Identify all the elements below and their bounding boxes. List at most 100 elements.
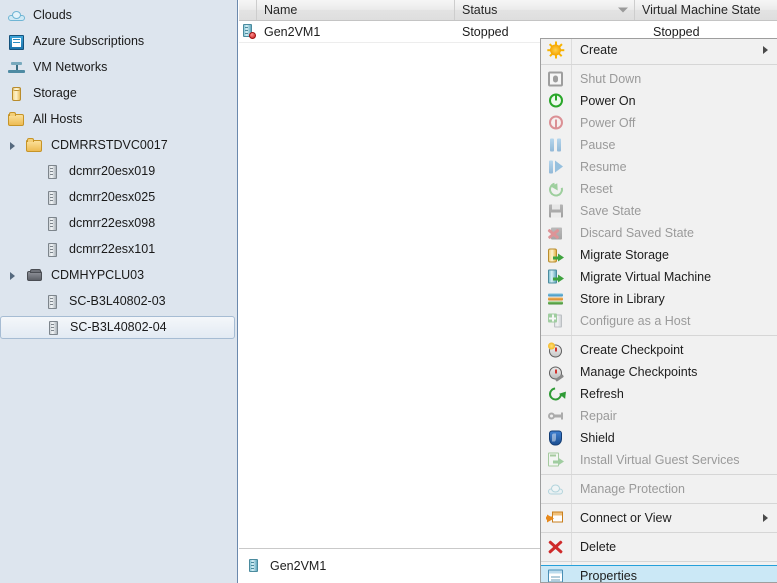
host-icon <box>45 319 62 336</box>
menu-item-migrate-virtual-machine[interactable]: Migrate Virtual Machine <box>541 266 777 288</box>
column-header-grip[interactable] <box>239 0 257 20</box>
configure-as-host-icon <box>547 313 564 330</box>
create-checkpoint-icon <box>547 342 564 359</box>
menu-item-label: Install Virtual Guest Services <box>580 452 740 467</box>
menu-item-discard-saved-state: Discard Saved State <box>541 222 777 244</box>
menu-item-connect-or-view[interactable]: Connect or View <box>541 507 777 529</box>
menu-item-manage-protection: Manage Protection <box>541 478 777 500</box>
menu-separator <box>541 474 777 475</box>
column-header-vm-state[interactable]: Virtual Machine State <box>635 0 777 20</box>
cloud-icon <box>8 7 25 24</box>
sidebar-item-azure-subscriptions[interactable]: Azure Subscriptions <box>0 30 237 53</box>
menu-item-configure-as-a-host: Configure as a Host <box>541 310 777 332</box>
menu-item-refresh[interactable]: Refresh <box>541 383 777 405</box>
sidebar-item-label: CDMHYPCLU03 <box>51 268 145 283</box>
sidebar-item-sc-b3l40802-04[interactable]: SC-B3L40802-04 <box>0 316 235 339</box>
sidebar-item-vm-networks[interactable]: VM Networks <box>0 56 237 79</box>
menu-item-pause: Pause <box>541 134 777 156</box>
sidebar-item-cdmhypclu03[interactable]: CDMHYPCLU03 <box>0 264 237 287</box>
sidebar-item-label: VM Networks <box>33 60 108 75</box>
connect-or-view-icon <box>546 510 564 527</box>
menu-item-shield[interactable]: Shield <box>541 427 777 449</box>
sidebar-item-dcmrr22esx098[interactable]: dcmrr22esx098 <box>0 212 237 235</box>
menu-item-create-checkpoint[interactable]: Create Checkpoint <box>541 339 777 361</box>
sidebar-item-label: SC-B3L40802-03 <box>69 294 166 309</box>
manage-checkpoints-icon <box>547 364 565 382</box>
menu-separator <box>541 532 777 533</box>
sidebar-item-cdmrrstdvc0017[interactable]: CDMRRSTDVC0017 <box>0 134 237 157</box>
navigation-sidebar: Clouds Azure Subscriptions VM Networks Stor… <box>0 0 238 583</box>
column-header-status[interactable]: Status <box>455 0 635 20</box>
column-header-name-label: Name <box>264 3 298 17</box>
shut-down-icon <box>547 71 564 88</box>
menu-item-repair: Repair <box>541 405 777 427</box>
app-window: Clouds Azure Subscriptions VM Networks Stor… <box>0 0 777 583</box>
menu-item-migrate-storage[interactable]: Migrate Storage <box>541 244 777 266</box>
store-in-library-icon <box>547 291 564 308</box>
sidebar-item-label: All Hosts <box>33 112 83 127</box>
power-off-icon <box>547 115 564 132</box>
repair-icon <box>547 408 564 425</box>
menu-item-properties[interactable]: Properties <box>541 565 777 582</box>
vm-stopped-icon <box>241 24 256 39</box>
manage-protection-icon <box>547 481 564 498</box>
folder-icon <box>26 137 43 154</box>
menu-item-manage-checkpoints[interactable]: Manage Checkpoints <box>541 361 777 383</box>
azure-subscriptions-icon <box>8 33 25 50</box>
sidebar-item-dcmrr20esx019[interactable]: dcmrr20esx019 <box>0 160 237 183</box>
menu-separator <box>541 561 777 562</box>
menu-item-shut-down: Shut Down <box>541 68 777 90</box>
host-icon <box>44 163 61 180</box>
menu-item-resume: Resume <box>541 156 777 178</box>
pause-icon <box>547 137 564 154</box>
vm-context-menu: Create Shut Down Power On Power Off Pause Res… <box>540 38 777 583</box>
shield-icon <box>547 430 564 447</box>
menu-item-install-virtual-guest-services: Install Virtual Guest Services <box>541 449 777 471</box>
column-header-vm-state-label: Virtual Machine State <box>642 3 761 17</box>
cluster-icon <box>26 267 43 284</box>
delete-icon <box>547 539 564 556</box>
install-guest-services-icon <box>547 452 564 469</box>
host-icon <box>44 293 61 310</box>
host-icon <box>44 241 61 258</box>
menu-item-delete[interactable]: Delete <box>541 536 777 558</box>
folder-icon <box>8 111 25 128</box>
menu-item-power-on[interactable]: Power On <box>541 90 777 112</box>
menu-separator <box>541 335 777 336</box>
sidebar-item-clouds[interactable]: Clouds <box>0 4 237 27</box>
sidebar-item-label: SC-B3L40802-04 <box>70 320 167 335</box>
reset-icon <box>546 179 566 200</box>
expander-arrow-icon[interactable] <box>10 141 15 150</box>
host-icon <box>44 215 61 232</box>
storage-icon <box>8 85 25 102</box>
sidebar-item-label: Clouds <box>33 8 72 23</box>
cell-name: Gen2VM1 <box>264 24 321 39</box>
sidebar-item-storage[interactable]: Storage <box>0 82 237 105</box>
discard-saved-state-icon <box>547 225 564 242</box>
menu-item-label: Migrate Virtual Machine <box>580 269 712 284</box>
vm-networks-icon <box>8 59 25 76</box>
submenu-arrow-icon <box>763 46 768 54</box>
vm-icon <box>247 558 262 574</box>
sidebar-item-all-hosts[interactable]: All Hosts <box>0 108 237 131</box>
sidebar-item-dcmrr22esx101[interactable]: dcmrr22esx101 <box>0 238 237 261</box>
menu-item-create[interactable]: Create <box>541 39 777 61</box>
menu-item-store-in-library[interactable]: Store in Library <box>541 288 777 310</box>
sidebar-item-label: dcmrr22esx101 <box>69 242 156 257</box>
menu-separator <box>541 503 777 504</box>
sidebar-item-label: dcmrr20esx025 <box>69 190 156 205</box>
sidebar-item-sc-b3l40802-03[interactable]: SC-B3L40802-03 <box>0 290 237 313</box>
power-on-icon <box>547 93 564 110</box>
menu-item-reset: Reset <box>541 178 777 200</box>
expander-arrow-icon[interactable] <box>10 271 15 280</box>
column-header-status-label: Status <box>462 3 498 17</box>
column-header-name[interactable]: Name <box>257 0 455 20</box>
menu-item-label: Manage Checkpoints <box>580 364 698 379</box>
resume-icon <box>547 159 564 176</box>
menu-separator <box>541 64 777 65</box>
sidebar-item-label: CDMRRSTDVC0017 <box>51 138 168 153</box>
sidebar-item-dcmrr20esx025[interactable]: dcmrr20esx025 <box>0 186 237 209</box>
sidebar-item-label: Storage <box>33 86 77 101</box>
create-icon <box>547 41 565 59</box>
submenu-arrow-icon <box>763 514 768 522</box>
